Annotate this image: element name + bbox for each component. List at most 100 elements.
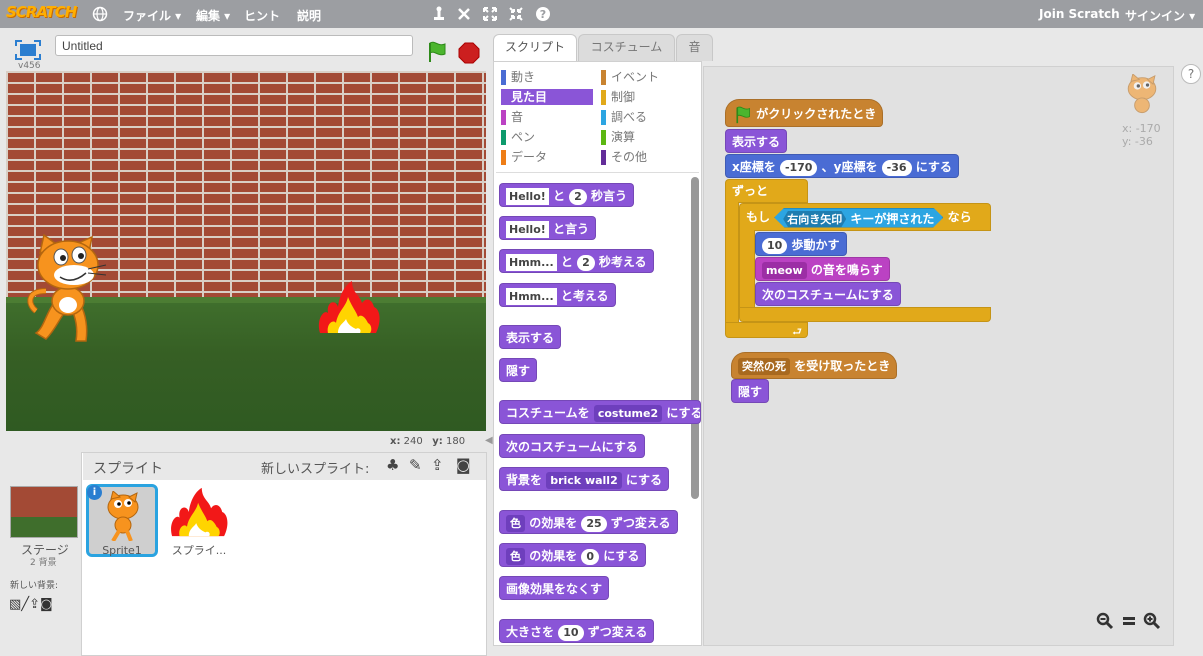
camera-sprite-icon[interactable]: ◙ [456, 456, 471, 474]
change-size-block[interactable]: 大きさを 10 ずつ変える [499, 619, 655, 643]
zoom-in-icon[interactable] [1143, 612, 1161, 634]
clear-effects-block[interactable]: 画像効果をなくす [499, 576, 610, 600]
sprite-header: スプライト 新しいスプライト: ♣ ✎ ⇪ ◙ [83, 453, 486, 480]
delete-icon[interactable] [456, 6, 472, 22]
edit-menu[interactable]: 編集 ▾ [196, 7, 230, 24]
category-looks[interactable]: 見た目 [501, 89, 593, 105]
category-sound[interactable]: 音 [501, 109, 593, 125]
sprites-title: スプライト [93, 461, 163, 477]
x-label: x: [390, 436, 401, 447]
about-menu[interactable]: 説明 [297, 7, 321, 24]
zoom-out-icon[interactable] [1096, 612, 1114, 634]
category-events[interactable]: イベント [601, 69, 693, 85]
shrink-icon[interactable] [508, 6, 524, 22]
if-bottom [739, 307, 991, 322]
palette-scrollbar[interactable] [691, 177, 699, 499]
hide-block[interactable]: 隠す [499, 358, 538, 382]
next-costume-block[interactable]: 次のコスチュームにする [499, 434, 645, 458]
zoom-reset-icon[interactable] [1121, 612, 1137, 634]
collapse-arrow-icon[interactable]: ◀ [485, 435, 493, 449]
switch-costume-block[interactable]: コスチュームを costume2 にする [499, 400, 701, 424]
think-block[interactable]: Hmm... と考える [499, 283, 616, 307]
change-effect-block[interactable]: 色 の効果を 25 ずつ変える [499, 510, 678, 534]
svg-text:?: ? [540, 8, 546, 21]
say-block[interactable]: Hello! と言う [499, 216, 596, 240]
sprite-x-readout: x: -170 [1122, 122, 1161, 135]
x-value: 240 [403, 436, 423, 447]
category-operators[interactable]: 演算 [601, 129, 693, 145]
category-data[interactable]: データ [501, 149, 593, 165]
show-block[interactable]: 表示する [725, 129, 788, 153]
info-icon[interactable]: i [87, 485, 102, 500]
forever-bottom: ⮐ [725, 322, 808, 338]
tips-menu[interactable]: ヒント [244, 7, 280, 24]
when-flag-clicked-block[interactable]: がクリックされたとき [725, 99, 884, 127]
move-block[interactable]: 10 歩動かす [755, 232, 847, 256]
globe-icon[interactable] [92, 6, 108, 22]
tab-scripts[interactable]: スクリプト [493, 34, 577, 62]
grow-icon[interactable] [482, 6, 498, 22]
sprite-library-icon[interactable]: ♣ [386, 456, 399, 474]
brush-icon[interactable]: ╱ [21, 597, 29, 612]
palette-divider [496, 172, 699, 173]
forever-label: ずっと [732, 184, 769, 198]
green-flag-icon[interactable] [427, 41, 447, 63]
sprite-name: Sprite1 [102, 544, 142, 557]
green-flag-icon [736, 106, 750, 123]
switch-backdrop-block[interactable]: 背景を brick wall2 にする [499, 467, 670, 491]
cat-sprite[interactable] [26, 233, 111, 345]
y-label: y: [432, 436, 443, 447]
sprite-y-readout: y: -36 [1122, 135, 1153, 148]
show-block[interactable]: 表示する [499, 325, 562, 349]
next-costume-block[interactable]: 次のコスチュームにする [755, 282, 901, 306]
camera-icon[interactable]: ◙ [40, 597, 53, 612]
if-label: もし 右向き矢印 キーが押された なら [746, 205, 972, 229]
stage-canvas[interactable] [6, 71, 486, 431]
say-for-block[interactable]: Hello! と 2 秒言う [499, 183, 635, 207]
sprite-thumb-sprite1[interactable]: i Sprite1 [86, 484, 158, 557]
paint-sprite-icon[interactable]: ✎ [409, 456, 422, 474]
tab-sounds[interactable]: 音 [676, 34, 713, 61]
fire-sprite[interactable] [316, 279, 382, 335]
version-label: v456 [18, 61, 41, 71]
scratch-logo[interactable]: SCRATCH [6, 3, 77, 25]
upload-sprite-icon[interactable]: ⇪ [431, 456, 444, 474]
category-sensing[interactable]: 調べる [601, 109, 693, 125]
set-effect-block[interactable]: 色 の効果を 0 にする [499, 543, 647, 567]
sign-in-menu[interactable]: サインイン ▾ [1125, 7, 1195, 24]
hide-block[interactable]: 隠す [731, 379, 770, 403]
current-sprite-icon [1120, 73, 1164, 120]
if-arm [739, 230, 755, 310]
new-backdrop-label: 新しい背景: [10, 581, 59, 591]
project-title-input[interactable] [55, 35, 413, 56]
category-more[interactable]: その他 [601, 149, 693, 165]
new-sprite-label: 新しいスプライト: [261, 462, 370, 477]
file-menu[interactable]: ファイル ▾ [123, 7, 181, 24]
presentation-mode-icon[interactable] [15, 40, 41, 60]
mouse-coordinates: x: 240 y: 180 [390, 436, 465, 447]
sprite-thumb-fire[interactable]: スプライ... [163, 484, 235, 557]
stop-icon[interactable] [458, 42, 480, 64]
y-value: 180 [446, 436, 466, 447]
help-icon[interactable]: ? [535, 6, 551, 22]
help-circle-icon[interactable]: ? [1181, 64, 1201, 84]
paint-backdrop-icon[interactable]: ▧ [9, 597, 21, 612]
stage-thumbnail[interactable] [10, 486, 78, 538]
play-sound-block[interactable]: meow の音を鳴らす [755, 257, 890, 281]
new-backdrop-tools: ▧╱⇪◙ [9, 597, 81, 613]
join-scratch-link[interactable]: Join Scratch [1039, 7, 1120, 21]
category-control[interactable]: 制御 [601, 89, 693, 105]
sprite-name: スプライ... [171, 544, 227, 557]
stage-backdrop-count: 2 背景 [30, 558, 57, 568]
menu-bar: SCRATCH ファイル ▾ 編集 ▾ ヒント 説明 ? Join Scratc… [0, 0, 1203, 28]
duplicate-icon[interactable] [431, 6, 447, 22]
key-pressed-block[interactable]: 右向き矢印 キーが押された [774, 207, 944, 228]
upload-icon[interactable]: ⇪ [29, 597, 40, 612]
category-pen[interactable]: ペン [501, 129, 593, 145]
when-receive-block[interactable]: 突然の死 を受け取ったとき [731, 352, 898, 379]
goto-xy-block[interactable]: x座標を -170 、y座標を -36 にする [725, 154, 959, 178]
tab-costumes[interactable]: コスチューム [578, 34, 675, 61]
think-for-block[interactable]: Hmm... と 2 秒考える [499, 249, 654, 273]
forever-arm [725, 202, 739, 324]
category-motion[interactable]: 動き [501, 69, 593, 85]
